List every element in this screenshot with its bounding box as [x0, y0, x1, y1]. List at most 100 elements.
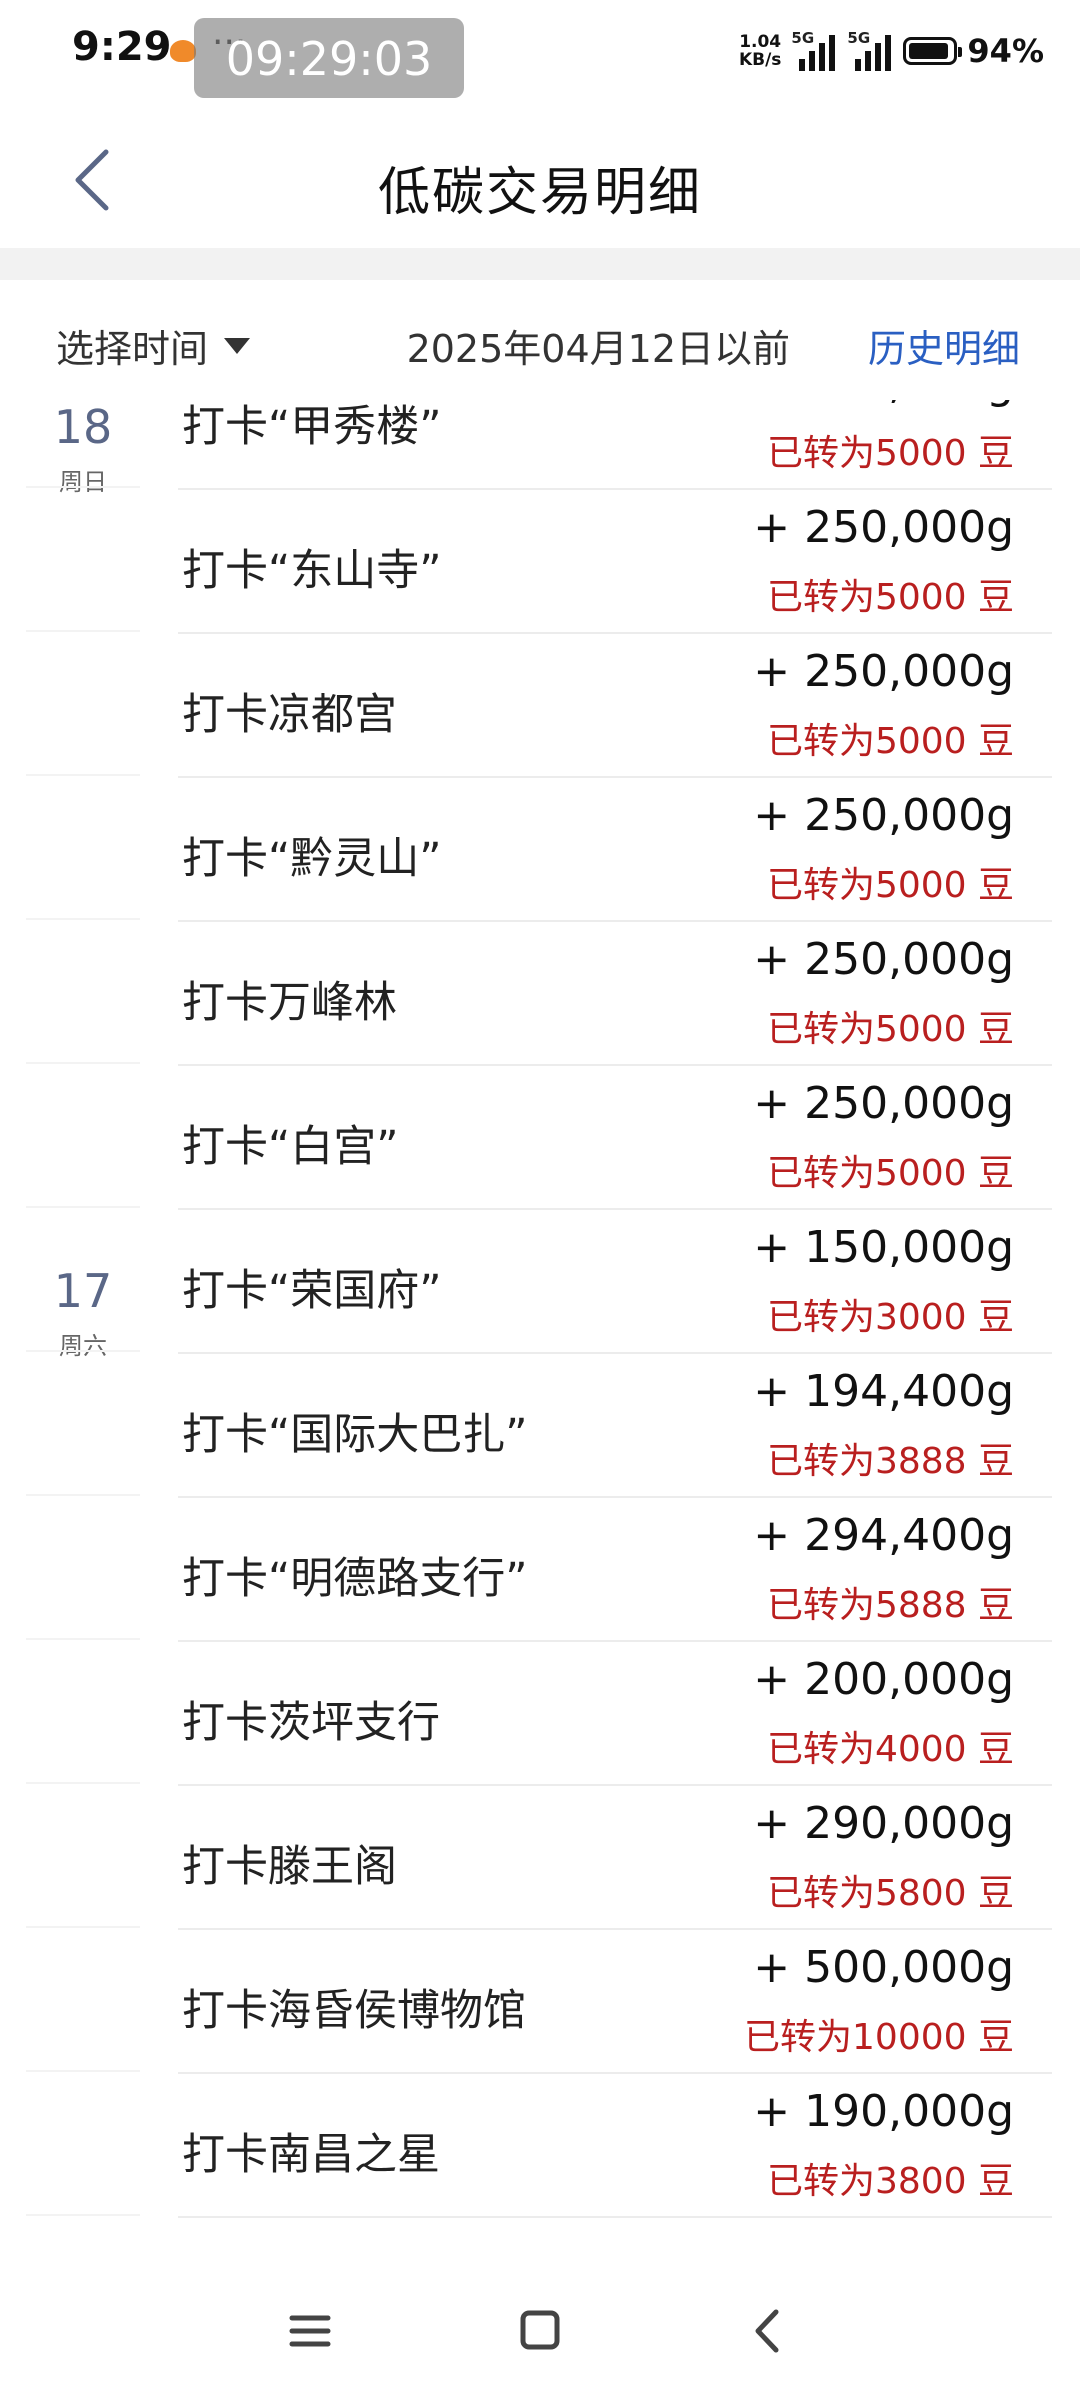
converted-beans: 已转为3000 豆 [766, 1297, 1014, 1338]
filter-bar: 选择时间 2025年04月12日以前 历史明细 [0, 280, 1080, 400]
transaction-title: 打卡万峰林 [182, 978, 397, 1028]
transaction-row[interactable]: 18周日打卡“甲秀楼” + 250,000g 已转为5000 豆 [0, 400, 1080, 496]
page-title: 低碳交易明细 [377, 163, 702, 223]
transaction-amount: + 500,000g [753, 1942, 1014, 1993]
date-column: 18 周日 [26, 400, 140, 496]
converted-beans: 已转为5800 豆 [766, 1873, 1014, 1914]
notification-app-icon [170, 40, 196, 62]
transaction-title: 打卡“黔灵山” [182, 834, 442, 884]
date-column [26, 1496, 140, 1640]
signal-strength-icon-sim1: 5G [791, 29, 837, 71]
transaction-row[interactable]: 打卡凉都宫 + 250,000g 已转为5000 豆 [0, 632, 1080, 778]
transaction-content: 打卡海昏侯博物馆 + 500,000g 已转为10000 豆 [178, 1928, 1052, 2074]
app-header: 低碳交易明细 [0, 110, 1080, 248]
menu-button[interactable] [270, 2296, 350, 2366]
network-speed-value: 1.04 [739, 32, 782, 52]
transaction-content: 打卡“甲秀楼” + 250,000g 已转为5000 豆 [178, 400, 1052, 490]
date-cutoff-text: 2025年04月12日以前 [406, 327, 790, 371]
day-number: 17 [53, 1264, 113, 1318]
transaction-row[interactable]: 打卡万峰林 + 250,000g 已转为5000 豆 [0, 920, 1080, 1066]
day-number: 18 [53, 400, 113, 454]
history-detail-link[interactable]: 历史明细 [868, 318, 1020, 373]
sim2-network-tag: 5G [847, 29, 871, 47]
transaction-row[interactable]: 打卡“黔灵山” + 250,000g 已转为5000 豆 [0, 776, 1080, 922]
converted-beans: 已转为5888 豆 [766, 1585, 1014, 1626]
transaction-amount: + 250,000g [753, 934, 1014, 985]
date-column [26, 1064, 140, 1208]
transaction-title: 打卡海昏侯博物馆 [182, 1986, 526, 2036]
transaction-amount: + 250,000g [753, 400, 1014, 409]
network-speed-unit: KB/s [738, 50, 782, 70]
converted-beans: 已转为4000 豆 [766, 1729, 1014, 1770]
transaction-amount: + 194,400g [753, 1366, 1014, 1417]
transaction-content: 打卡万峰林 + 250,000g 已转为5000 豆 [178, 920, 1052, 1066]
battery-level-fill [909, 43, 949, 59]
select-time-dropdown[interactable]: 选择时间 [56, 318, 251, 373]
date-column [26, 632, 140, 776]
transaction-title: 打卡南昌之星 [182, 2130, 440, 2180]
transaction-title: 打卡“甲秀楼” [182, 402, 442, 452]
transaction-title: 打卡滕王阁 [182, 1842, 397, 1892]
transaction-amount: + 250,000g [753, 790, 1014, 841]
transaction-row[interactable]: 打卡茨坪支行 + 200,000g 已转为4000 豆 [0, 1640, 1080, 1786]
converted-beans: 已转为3888 豆 [766, 1441, 1014, 1482]
sim1-network-tag: 5G [791, 29, 815, 47]
transaction-row[interactable]: 打卡“白宫” + 250,000g 已转为5000 豆 [0, 1064, 1080, 1210]
network-speed: 1.04 KB/s [739, 33, 781, 69]
transaction-row[interactable]: 打卡南昌之星 + 190,000g 已转为3800 豆 [0, 2072, 1080, 2218]
header-divider [0, 248, 1080, 280]
date-column-divider [26, 2214, 140, 2216]
transaction-list[interactable]: 18周日打卡“甲秀楼”+ 250,000g已转为5000 豆打卡“东山寺”+ 2… [0, 400, 1080, 2268]
transaction-title: 打卡“国际大巴扎” [182, 1410, 528, 1460]
transaction-content: 打卡“白宫” + 250,000g 已转为5000 豆 [178, 1064, 1052, 1210]
battery-percent: 94% [967, 32, 1044, 70]
clock-overlay: 09:29:03 [194, 18, 464, 98]
transaction-amount: + 200,000g [753, 1654, 1014, 1705]
transaction-content: 打卡“东山寺” + 250,000g 已转为5000 豆 [178, 488, 1052, 634]
transaction-title: 打卡“荣国府” [182, 1266, 442, 1316]
converted-beans: 已转为5000 豆 [766, 721, 1014, 762]
converted-beans: 已转为5000 豆 [766, 1009, 1014, 1050]
date-column [26, 1640, 140, 1784]
date-column [26, 1352, 140, 1496]
system-navigation-bar [0, 2268, 1080, 2400]
back-chevron-icon [755, 2309, 779, 2353]
transaction-amount: + 150,000g [753, 1222, 1014, 1273]
transaction-content: 打卡凉都宫 + 250,000g 已转为5000 豆 [178, 632, 1052, 778]
battery-icon [903, 37, 963, 65]
transaction-row[interactable]: 打卡“国际大巴扎” + 194,400g 已转为3888 豆 [0, 1352, 1080, 1498]
transaction-content: 打卡“国际大巴扎” + 194,400g 已转为3888 豆 [178, 1352, 1052, 1498]
transaction-amount: + 290,000g [753, 1798, 1014, 1849]
transaction-row[interactable]: 打卡滕王阁 + 290,000g 已转为5800 豆 [0, 1784, 1080, 1930]
converted-beans: 已转为5000 豆 [766, 1153, 1014, 1194]
converted-beans: 已转为3800 豆 [766, 2161, 1014, 2202]
menu-icon [289, 2315, 331, 2347]
transaction-row[interactable]: 打卡海昏侯博物馆 + 500,000g 已转为10000 豆 [0, 1928, 1080, 2074]
transaction-content: 打卡滕王阁 + 290,000g 已转为5800 豆 [178, 1784, 1052, 1930]
select-time-label: 选择时间 [56, 327, 209, 371]
transaction-amount: + 250,000g [753, 502, 1014, 553]
converted-beans: 已转为5000 豆 [766, 865, 1014, 906]
transaction-row[interactable]: 打卡“明德路支行” + 294,400g 已转为5888 豆 [0, 1496, 1080, 1642]
home-button[interactable] [500, 2296, 580, 2366]
transaction-content: 打卡茨坪支行 + 200,000g 已转为4000 豆 [178, 1640, 1052, 1786]
transaction-content: 打卡“黔灵山” + 250,000g 已转为5000 豆 [178, 776, 1052, 922]
status-indicators: 1.04 KB/s 5G 5G 94% [739, 26, 1044, 76]
transaction-title: 打卡“东山寺” [182, 546, 442, 596]
transaction-title: 打卡“明德路支行” [182, 1554, 528, 1604]
transaction-content: 打卡南昌之星 + 190,000g 已转为3800 豆 [178, 2072, 1052, 2218]
transaction-title: 打卡茨坪支行 [182, 1698, 440, 1748]
converted-beans: 已转为5000 豆 [766, 433, 1014, 474]
transaction-title: 打卡“白宫” [182, 1122, 399, 1172]
transaction-amount: + 250,000g [753, 646, 1014, 697]
transaction-row[interactable]: 打卡“东山寺” + 250,000g 已转为5000 豆 [0, 488, 1080, 634]
date-column [26, 488, 140, 632]
status-time: 9:29 [72, 24, 172, 70]
transaction-content: 打卡“明德路支行” + 294,400g 已转为5888 豆 [178, 1496, 1052, 1642]
date-column: 17 周六 [26, 1208, 140, 1360]
system-back-button[interactable] [728, 2296, 808, 2366]
converted-beans: 已转为5000 豆 [766, 577, 1014, 618]
signal-strength-icon-sim2: 5G [847, 29, 893, 71]
transaction-content: 打卡“荣国府” + 150,000g 已转为3000 豆 [178, 1208, 1052, 1354]
transaction-row[interactable]: 17 周六 打卡“荣国府” + 150,000g 已转为3000 豆 [0, 1208, 1080, 1360]
